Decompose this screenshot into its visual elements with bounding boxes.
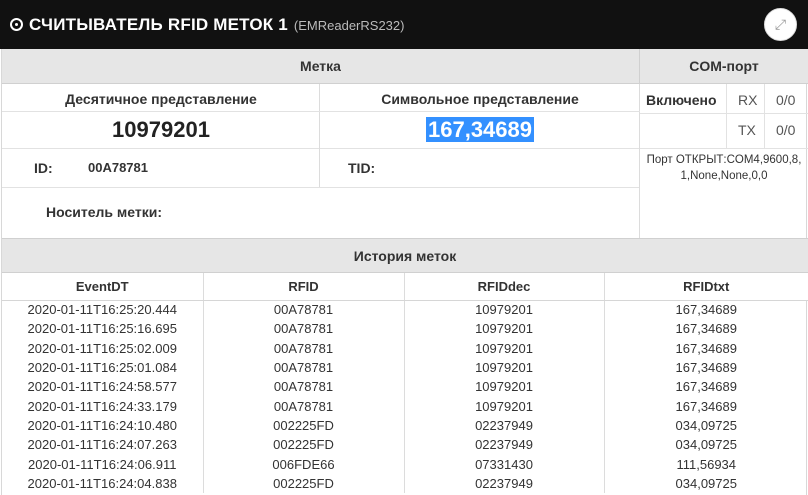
rfid-txt-cell: 111,56934 — [676, 456, 737, 472]
tid-label: TID: — [348, 160, 376, 176]
event-dt-cell: 2020-01-11T16:24:33.179 — [2, 396, 204, 416]
rfid-txt-cell: 034,09725 — [675, 417, 737, 433]
tag-section-title: Метка — [300, 58, 341, 74]
event-dt-cell: 2020-01-11T16:25:20.444 — [2, 300, 204, 320]
tag-section-header: Метка — [2, 49, 640, 84]
port-status: Порт ОТКРЫТ:COM4,9600,8,1,None,None,0,0 — [646, 154, 802, 182]
title-bar: СЧИТЫВАТЕЛЬ RFID МЕТОК 1 (EMReaderRS232)… — [0, 0, 808, 49]
event-dt-cell: 2020-01-11T16:24:58.577 — [2, 377, 204, 397]
carrier-label: Носитель метки: — [46, 204, 162, 220]
history-section-title: История меток — [353, 247, 457, 264]
col-rfidtxt[interactable]: RFIDtxt — [604, 273, 808, 301]
event-dt-cell: 2020-01-11T16:25:01.084 — [2, 357, 204, 378]
rfid-dec-cell: 10979201 — [404, 357, 605, 378]
event-dt-cell: 2020-01-11T16:24:10.480 — [2, 415, 204, 436]
clock-icon — [10, 18, 23, 31]
table-row[interactable]: 2020-01-11T16:24:58.577 00A78781 10979201 1… — [2, 377, 808, 397]
rfid-txt-cell: 034,09725 — [675, 475, 737, 491]
rfid-dec-cell: 10979201 — [404, 396, 605, 416]
rfid-cell: 00A78781 — [203, 300, 405, 320]
col-rfiddec[interactable]: RFIDdec — [404, 273, 605, 301]
table-row[interactable]: 2020-01-11T16:25:02.009 00A78781 10979201 1… — [2, 338, 808, 358]
rfid-cell: 002225FD — [203, 473, 405, 493]
tx-label: TX — [738, 122, 756, 138]
table-row[interactable]: 2020-01-11T16:24:06.911 006FDE66 07331430 1… — [2, 454, 808, 474]
tid-cell: TID: — [320, 148, 640, 187]
com-row-divider — [640, 113, 808, 114]
rfid-cell: 00A78781 — [203, 377, 405, 397]
tx-value: 0/0 — [776, 122, 796, 138]
rfid-dec-cell: 07331430 — [404, 454, 605, 474]
expand-button[interactable]: ⤢ — [764, 8, 797, 41]
symbolic-value[interactable]: 167,34689 — [426, 117, 534, 142]
symbolic-value-wrap: 167,34689 — [320, 117, 640, 143]
decimal-cell: Десятичное представление 10979201 — [2, 84, 320, 148]
decimal-label: Десятичное представление — [65, 91, 257, 107]
rfid-txt-cell: 167,34689 — [675, 379, 737, 395]
table-row[interactable]: 2020-01-11T16:24:10.480 002225FD 02237949 0… — [2, 415, 808, 436]
event-dt-cell: 2020-01-11T16:24:07.263 — [2, 435, 204, 455]
table-row[interactable]: 2020-01-11T16:25:20.444 00A78781 10979201 1… — [2, 300, 808, 320]
rfid-dec-cell: 02237949 — [404, 473, 605, 493]
rfid-cell: 00A78781 — [203, 319, 405, 339]
rfid-txt-cell: 167,34689 — [675, 340, 737, 356]
page-title: СЧИТЫВАТЕЛЬ RFID МЕТОК 1 — [29, 14, 288, 34]
col-eventdt[interactable]: EventDT — [2, 273, 204, 301]
table-row[interactable]: 2020-01-11T16:25:16.695 00A78781 10979201 1… — [2, 319, 808, 339]
rfid-cell: 002225FD — [203, 435, 405, 455]
event-dt-cell: 2020-01-11T16:24:06.911 — [2, 454, 204, 474]
symbolic-cell: Символьное представление 167,34689 — [320, 84, 640, 148]
history-table: EventDT RFID RFIDdec RFIDtxt 2020-01-11T… — [2, 273, 808, 493]
com-divider — [726, 84, 727, 148]
table-row[interactable]: 2020-01-11T16:25:01.084 00A78781 10979201 1… — [2, 357, 808, 378]
decimal-value: 10979201 — [112, 117, 210, 142]
com-section-header: COM-порт — [640, 49, 808, 84]
rx-value: 0/0 — [776, 92, 796, 108]
rfid-cell: 002225FD — [203, 415, 405, 436]
history-header-row: EventDT RFID RFIDdec RFIDtxt — [2, 273, 808, 301]
com-divider-2 — [764, 84, 765, 148]
com-enabled-label: Включено — [646, 92, 717, 108]
port-status-cell: Порт ОТКРЫТ:COM4,9600,8,1,None,None,0,0 — [640, 148, 808, 238]
com-enabled-cell: Включено RX 0/0 TX 0/0 — [640, 84, 808, 148]
rfid-cell: 006FDE66 — [203, 454, 405, 474]
tag-label-divider — [2, 111, 640, 112]
rfid-dec-cell: 10979201 — [404, 300, 605, 320]
table-row[interactable]: 2020-01-11T16:24:07.263 002225FD 02237949 0… — [2, 435, 808, 455]
reader-panel: Метка COM-порт Десятичное представление … — [1, 49, 808, 495]
rfid-dec-cell: 02237949 — [404, 435, 605, 455]
rfid-dec-cell: 02237949 — [404, 415, 605, 436]
rfid-txt-cell: 167,34689 — [675, 302, 737, 318]
rx-label: RX — [738, 92, 758, 108]
com-section-title: COM-порт — [689, 58, 759, 74]
rfid-txt-cell: 167,34689 — [675, 360, 737, 376]
id-value: 00A78781 — [88, 160, 148, 175]
rfid-dec-cell: 10979201 — [404, 338, 605, 358]
rfid-txt-cell: 167,34689 — [675, 398, 737, 414]
table-row[interactable]: 2020-01-11T16:24:33.179 00A78781 10979201 1… — [2, 396, 808, 416]
rfid-cell: 00A78781 — [203, 396, 405, 416]
rfid-dec-cell: 10979201 — [404, 377, 605, 397]
event-dt-cell: 2020-01-11T16:24:04.838 — [2, 473, 204, 493]
rfid-txt-cell: 034,09725 — [675, 437, 737, 453]
id-cell: ID: 00A78781 — [2, 148, 320, 187]
rfid-txt-cell: 167,34689 — [675, 321, 737, 337]
carrier-cell: Носитель метки: — [2, 187, 640, 238]
event-dt-cell: 2020-01-11T16:25:16.695 — [2, 319, 204, 339]
expand-icon: ⤢ — [774, 16, 787, 32]
table-row[interactable]: 2020-01-11T16:24:04.838 002225FD 02237949 0… — [2, 473, 808, 493]
rfid-cell: 00A78781 — [203, 357, 405, 378]
symbolic-label: Символьное представление — [381, 91, 579, 107]
col-rfid[interactable]: RFID — [203, 273, 405, 301]
history-section-header: История меток — [2, 238, 808, 273]
event-dt-cell: 2020-01-11T16:25:02.009 — [2, 338, 204, 358]
page-subtitle: (EMReaderRS232) — [293, 18, 405, 33]
rfid-cell: 00A78781 — [203, 338, 405, 358]
rfid-dec-cell: 10979201 — [404, 319, 605, 339]
id-label: ID: — [34, 160, 53, 176]
